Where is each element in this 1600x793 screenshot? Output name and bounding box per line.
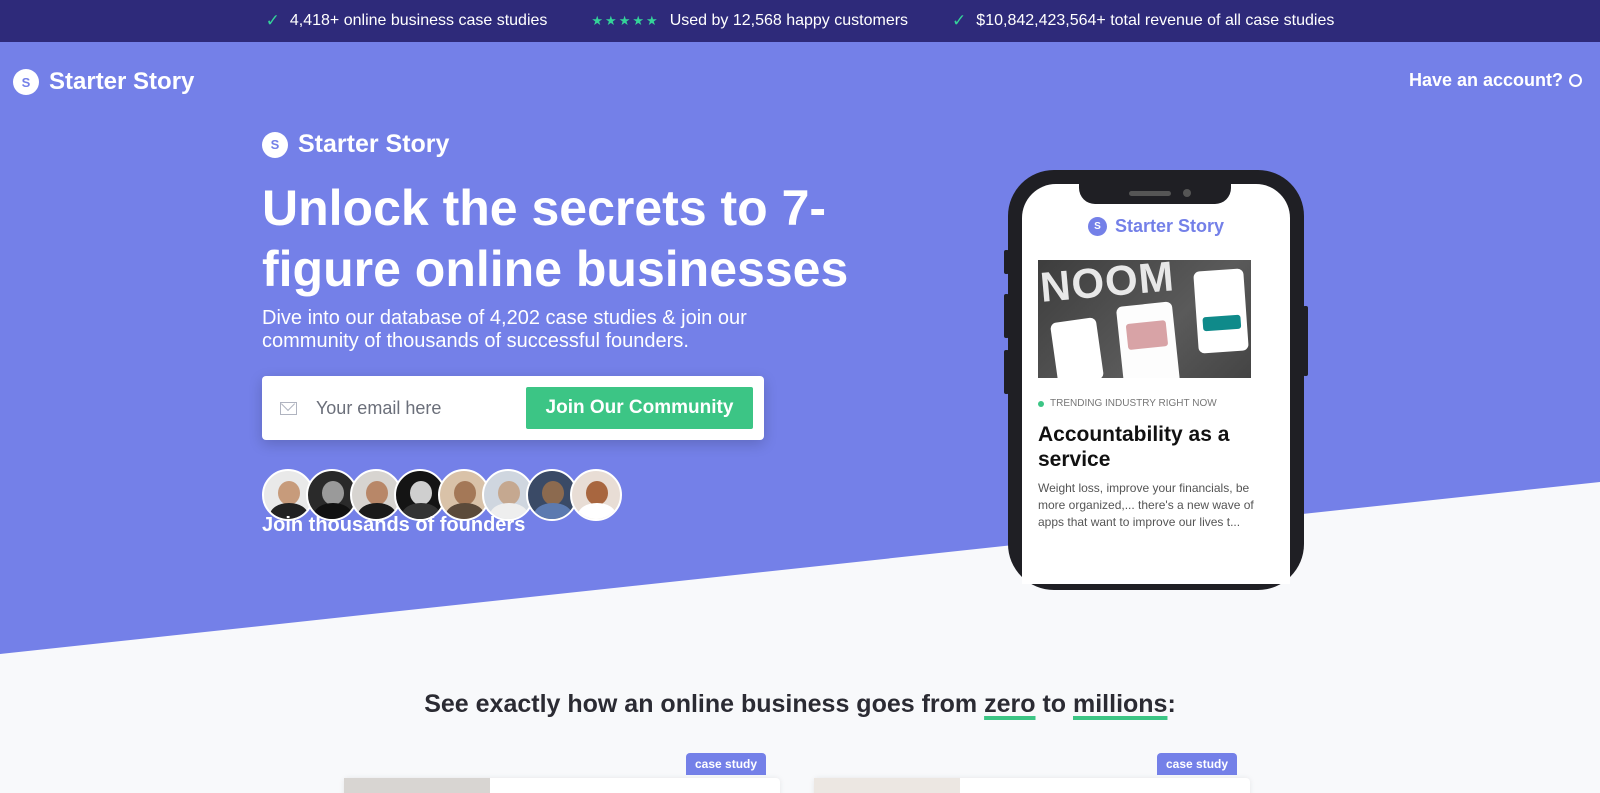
- article-title[interactable]: Accountability as a service: [1038, 422, 1263, 472]
- join-community-button[interactable]: Join Our Community: [525, 387, 753, 429]
- logo-text: Starter Story: [49, 68, 195, 95]
- heading-text: to: [1035, 690, 1073, 718]
- account-label: Have an account?: [1408, 70, 1563, 90]
- check-icon: ✓: [952, 11, 967, 30]
- screen-logo-text: Starter Story: [1114, 216, 1225, 236]
- section-heading: See exactly how an online business goes …: [0, 690, 1600, 719]
- stat-customers: ★★★★★ Used by 12,568 happy customers: [591, 12, 908, 30]
- user-icon: [1569, 74, 1582, 87]
- nav-logo[interactable]: S Starter Story: [13, 68, 194, 96]
- logo-icon: S: [1087, 217, 1107, 236]
- top-stats-bar: ✓ 4,418+ online business case studies ★★…: [0, 0, 1600, 42]
- have-account-link[interactable]: Have an account?: [1409, 70, 1582, 91]
- stat-text: $10,842,423,564+ total revenue of all ca…: [976, 12, 1335, 29]
- stat-case-studies: ✓ 4,418+ online business case studies: [266, 11, 548, 31]
- hero-section: S Starter Story Have an account? S Start…: [0, 42, 1600, 654]
- five-stars-icon: ★★★★★: [591, 13, 660, 28]
- phone-notch: [1079, 184, 1231, 204]
- heading-text: :: [1167, 690, 1176, 718]
- article-image[interactable]: NOOM: [1038, 260, 1251, 378]
- logo-icon: S: [262, 131, 288, 158]
- stat-text: Used by 12,568 happy customers: [669, 12, 909, 29]
- brand-text: Starter Story: [298, 130, 450, 158]
- join-founders-text: Join thousands of founders: [262, 514, 526, 536]
- hero-headline: Unlock the secrets to 7-figure online bu…: [262, 180, 849, 297]
- heading-highlight-millions: millions: [1073, 690, 1168, 718]
- heading-highlight-zero: zero: [984, 690, 1036, 718]
- trending-label: TRENDING INDUSTRY RIGHT NOW: [1038, 398, 1217, 409]
- stat-revenue: ✓ $10,842,423,564+ total revenue of all …: [952, 11, 1334, 31]
- hero-subheadline: Dive into our database of 4,202 case stu…: [262, 307, 747, 352]
- card-image: [344, 778, 490, 793]
- check-icon: ✓: [265, 11, 280, 30]
- screen-logo: S Starter Story: [1022, 216, 1290, 237]
- stat-text: 4,418+ online business case studies: [289, 12, 548, 29]
- email-input[interactable]: [315, 397, 526, 419]
- case-study-card[interactable]: [344, 778, 780, 793]
- envelope-icon: [280, 401, 297, 415]
- avatar: [570, 469, 622, 521]
- phone-mockup: S Starter Story NOOM TRENDING INDUSTRY R…: [1004, 170, 1308, 590]
- hero-brand: S Starter Story: [262, 130, 449, 159]
- trending-text: TRENDING INDUSTRY RIGHT NOW: [1050, 398, 1217, 409]
- signup-form: Join Our Community: [262, 376, 764, 440]
- phone-screen: S Starter Story NOOM TRENDING INDUSTRY R…: [1022, 184, 1290, 584]
- case-study-badge: case study: [1157, 753, 1238, 775]
- article-excerpt: Weight loss, improve your financials, be…: [1038, 481, 1254, 529]
- heading-text: See exactly how an online business goes …: [424, 690, 985, 718]
- logo-icon: S: [13, 69, 39, 95]
- case-study-badge: case study: [686, 753, 767, 775]
- status-dot-icon: [1038, 400, 1044, 407]
- case-study-card[interactable]: [814, 778, 1250, 793]
- card-image: [814, 778, 960, 793]
